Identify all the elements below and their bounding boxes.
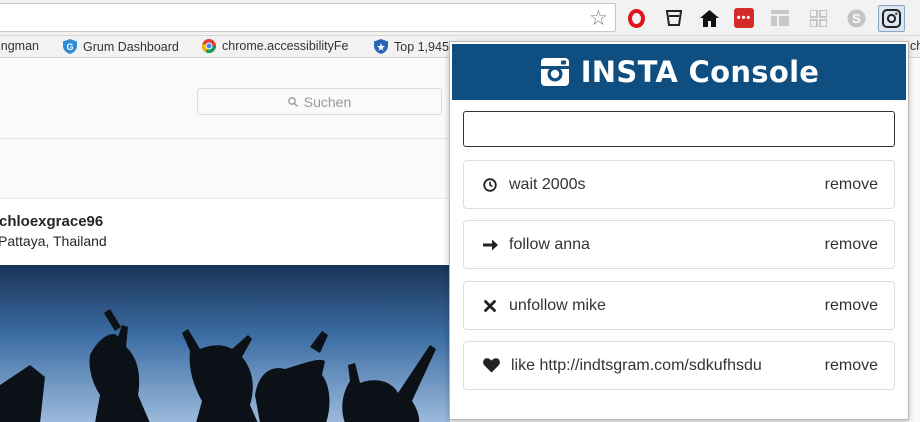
instagram-extension-icon[interactable] [878,5,905,32]
post-location[interactable]: Pattaya, Thailand [0,233,107,249]
bookmark-label: Top 1,945 [394,39,449,54]
home-extension-icon[interactable] [699,8,719,28]
post-card: chloexgrace96 Pattaya, Thailand [0,198,450,422]
bookmark-item[interactable]: Top 1,945 [374,39,449,54]
bookmark-item[interactable]: chrome.accessibilityFe [202,39,348,53]
command-text: follow anna [509,235,590,253]
command-input[interactable] [463,111,895,147]
search-input[interactable]: Suchen [197,88,442,115]
dots-extension-icon[interactable]: ••• [734,8,754,28]
shield-icon [374,39,388,54]
bookmark-item[interactable]: ch [910,39,920,53]
heart-icon [482,358,500,374]
bookmark-star-icon[interactable]: ☆ [589,6,608,30]
svg-text:G: G [66,42,73,52]
instagram-logo-icon [540,58,569,86]
grid-extension-icon[interactable] [808,8,828,28]
command-item: follow anna remove [463,220,895,269]
command-text: like http://indtsgram.com/sdkufhsdu [511,356,762,374]
post-username[interactable]: chloexgrace96 [0,213,103,230]
chrome-icon [202,39,216,53]
command-item: like http://indtsgram.com/sdkufhsdu remo… [463,341,895,390]
command-item: unfollow mike remove [463,281,895,330]
command-item: wait 2000s remove [463,160,895,209]
arrow-right-icon [482,237,498,253]
browser-toolbar: ☆ ••• S [0,0,920,36]
post-photo[interactable] [0,265,450,422]
svg-text:S: S [852,11,861,26]
search-placeholder: Suchen [303,93,352,110]
popup-header: INSTA Console [452,44,906,100]
insta-console-popup: INSTA Console wait 2000s remove follow a… [449,41,909,420]
remove-button[interactable]: remove [825,297,878,315]
header-divider [0,138,450,139]
skype-extension-icon[interactable]: S [846,8,866,28]
clock-icon [482,177,498,193]
remove-button[interactable]: remove [825,176,878,194]
opera-extension-icon[interactable] [626,8,646,28]
address-bar[interactable] [0,3,616,32]
command-text: wait 2000s [509,175,586,193]
bookmark-label: ingman [0,39,39,53]
search-icon [287,96,298,107]
browser-window: ☆ ••• S ingman G Grum Dashboard chrome.a… [0,0,920,422]
shield-icon: G [63,39,77,54]
layout-extension-icon[interactable] [770,8,790,28]
bookmark-label: Grum Dashboard [83,39,179,54]
command-text: unfollow mike [509,296,606,314]
times-icon [482,298,498,314]
bookmark-label: chrome.accessibilityFe [222,39,349,53]
bookmark-item[interactable]: G Grum Dashboard [63,39,179,54]
remove-button[interactable]: remove [825,236,878,254]
remove-button[interactable]: remove [825,357,878,375]
bookmark-item[interactable]: ingman [0,39,39,53]
popup-title: INSTA Console [580,55,820,89]
cup-extension-icon[interactable] [664,8,684,28]
